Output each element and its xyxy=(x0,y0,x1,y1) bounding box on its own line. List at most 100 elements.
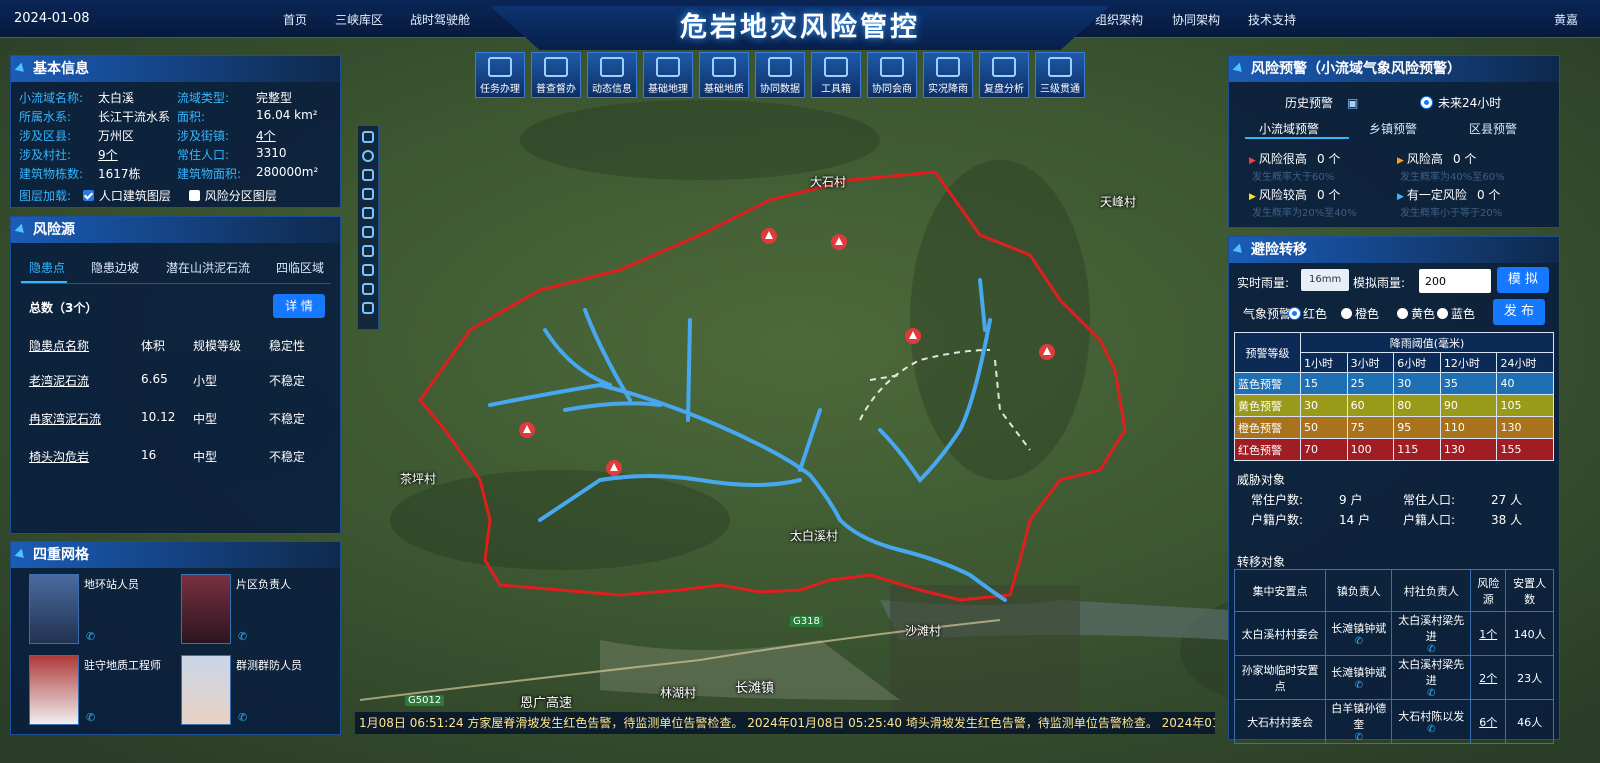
sim-rain-input[interactable] xyxy=(1419,269,1491,293)
risk-source-link[interactable]: 6个 xyxy=(1479,716,1497,729)
tool-toolbox[interactable]: 工具箱 xyxy=(811,52,861,98)
nav-collab-structure[interactable]: 协同架构 xyxy=(1172,11,1220,28)
building-icon[interactable] xyxy=(362,226,374,238)
radio-selected[interactable] xyxy=(1421,97,1432,108)
risk-source-link[interactable]: 2个 xyxy=(1479,672,1497,685)
table-row: 孙家坳临时安置点 长滩镇钟斌 ✆ 太白溪村梁先进 ✆ 2个 23人 xyxy=(1233,655,1554,700)
tab-town-warning[interactable]: 乡镇预警 xyxy=(1369,120,1417,137)
simulate-button[interactable]: 模 拟 xyxy=(1497,267,1549,293)
hazard-name-link[interactable]: 椅头沟危岩 xyxy=(29,448,89,465)
info-key: 涉及区县: xyxy=(19,129,72,143)
warning-level-radio[interactable]: 黄色 xyxy=(1397,305,1435,322)
table-cell: 6.65 xyxy=(141,372,168,386)
nav-org-structure[interactable]: 组织架构 xyxy=(1095,11,1143,28)
warning-count: 0 个 xyxy=(1476,188,1501,202)
phone-icon[interactable]: ✆ xyxy=(1328,636,1389,647)
info-value[interactable]: 4个 xyxy=(256,127,276,144)
threshold-value: 95 xyxy=(1393,416,1441,439)
tool-layers[interactable]: 三级贯通 xyxy=(1035,52,1085,98)
future-24h[interactable]: 未来24小时 xyxy=(1421,94,1501,111)
table-cell: 23人 xyxy=(1505,655,1554,700)
column-header: 稳定性 xyxy=(269,339,306,353)
date-display: 2024-01-08 xyxy=(14,11,90,26)
warning-level[interactable]: ▶ 有一定风险 0 个 xyxy=(1397,186,1500,203)
population-layer-checkbox[interactable] xyxy=(82,190,94,201)
phone-icon[interactable]: ✆ xyxy=(1394,724,1468,735)
nav-home[interactable]: 首页 xyxy=(283,11,307,28)
table-cell: 10.12 xyxy=(141,410,176,424)
print-icon[interactable] xyxy=(362,302,374,314)
hazard-name-link[interactable]: 老湾泥石流 xyxy=(29,372,89,389)
home-icon[interactable] xyxy=(362,207,374,219)
nav-tech-support[interactable]: 技术支持 xyxy=(1248,11,1296,28)
risk-source-link[interactable]: 1个 xyxy=(1479,628,1497,641)
tab-hazard-point[interactable]: 隐患点 xyxy=(29,259,65,276)
info-value[interactable]: 9个 xyxy=(98,146,118,163)
tool-label: 工具箱 xyxy=(821,84,851,95)
warning-level[interactable]: ▶ 风险高 0 个 xyxy=(1397,150,1476,167)
phone-icon[interactable]: ✆ xyxy=(1328,680,1389,691)
minus-icon[interactable] xyxy=(362,264,374,276)
table-cell[interactable]: 1个 xyxy=(1470,611,1507,656)
warning-level[interactable]: ▶ 风险较高 0 个 xyxy=(1249,186,1340,203)
calendar-icon[interactable]: ▣ xyxy=(1347,96,1358,110)
nav-war-cockpit[interactable]: 战时驾驶舱 xyxy=(410,11,470,28)
tool-globe[interactable]: 基础地理 xyxy=(643,52,693,98)
back-icon[interactable] xyxy=(362,131,374,143)
hazard-name-link[interactable]: 冉家湾泥石流 xyxy=(29,410,101,427)
warning-label: 风险高 xyxy=(1406,152,1443,166)
warning-level-radio[interactable]: 红色 xyxy=(1289,305,1327,322)
tab-hazard-slope[interactable]: 隐患边坡 xyxy=(91,259,139,276)
tool-task[interactable]: 任务办理 xyxy=(475,52,525,98)
threshold-value: 35 xyxy=(1439,372,1498,395)
phone-icon[interactable]: ✆ xyxy=(86,630,95,643)
tool-survey[interactable]: 普查督办 xyxy=(531,52,581,98)
phone-icon[interactable]: ✆ xyxy=(1394,644,1468,655)
info-value: 完整型 xyxy=(256,91,293,105)
avatar xyxy=(181,574,231,644)
history-warning[interactable]: 历史预警 ▣ xyxy=(1285,94,1358,111)
warning-level-radio[interactable]: 橙色 xyxy=(1341,305,1379,322)
table-cell[interactable]: 6个 xyxy=(1470,699,1507,744)
radio-selected[interactable] xyxy=(1289,308,1300,319)
user-name[interactable]: 黄嘉 xyxy=(1554,11,1578,28)
hazard-marker xyxy=(519,422,535,438)
alert-ticker[interactable]: 1月08日 06:51:24 方家屋脊滑坡发生红色告警，待监测单位告警检查。 2… xyxy=(355,712,1215,734)
radio-unselected[interactable] xyxy=(1341,308,1352,319)
cell-text: 23人 xyxy=(1517,671,1543,685)
tool-geology[interactable]: 基础地质 xyxy=(699,52,749,98)
person-role: 片区负责人 xyxy=(236,578,291,591)
phone-icon[interactable]: ✆ xyxy=(238,711,247,724)
tab-district-warning[interactable]: 区县预警 xyxy=(1469,120,1517,137)
tab-debris-flow[interactable]: 潜在山洪泥石流 xyxy=(166,259,250,276)
tool-rain[interactable]: 实况降雨 xyxy=(923,52,973,98)
search-icon[interactable] xyxy=(362,150,374,162)
tab-watershed-warning[interactable]: 小流域预警 xyxy=(1259,120,1319,137)
list-icon[interactable] xyxy=(362,245,374,257)
warning-level-radio[interactable]: 蓝色 xyxy=(1437,305,1475,322)
phone-icon[interactable]: ✆ xyxy=(86,711,95,724)
cell-text: 长滩镇钟斌 xyxy=(1331,666,1387,679)
fullscreen-icon[interactable] xyxy=(362,188,374,200)
tool-analysis[interactable]: 复盘分析 xyxy=(979,52,1029,98)
phone-icon[interactable]: ✆ xyxy=(1394,688,1468,699)
square-icon[interactable] xyxy=(362,283,374,295)
tool-meeting[interactable]: 协同会商 xyxy=(867,52,917,98)
publish-button[interactable]: 发 布 xyxy=(1493,299,1545,325)
warning-level[interactable]: ▶ 风险很高 0 个 xyxy=(1249,150,1340,167)
table-cell: 大石村陈以发 ✆ xyxy=(1391,699,1472,744)
tab-adjacent-area[interactable]: 四临区域 xyxy=(276,259,324,276)
table-cell[interactable]: 2个 xyxy=(1470,655,1507,700)
phone-icon[interactable]: ✆ xyxy=(1328,732,1389,743)
radio-unselected[interactable] xyxy=(1437,308,1448,319)
detail-button[interactable]: 详 情 xyxy=(273,294,325,318)
tool-dynamic-info[interactable]: 动态信息 xyxy=(587,52,637,98)
avatar xyxy=(29,574,79,644)
map-label-road-code: G5012 xyxy=(405,695,445,706)
risk-zone-layer-checkbox[interactable] xyxy=(188,190,200,201)
phone-icon[interactable]: ✆ xyxy=(238,630,247,643)
radio-unselected[interactable] xyxy=(1397,308,1408,319)
tool-data[interactable]: 协同数据 xyxy=(755,52,805,98)
nav-three-gorges[interactable]: 三峡库区 xyxy=(335,11,383,28)
calendar-icon[interactable] xyxy=(362,169,374,181)
